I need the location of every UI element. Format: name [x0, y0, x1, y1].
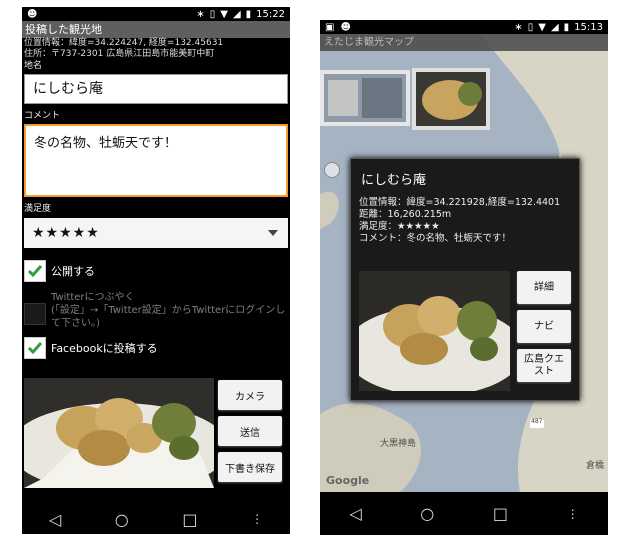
nav-bar: ◁ ○ □ ⋮ [320, 492, 608, 535]
rating-label: 満足度 [24, 204, 52, 214]
popup-location: 位置情報：緯度=34.221928,経度=132.4401 [359, 197, 561, 208]
twitter-label: Twitterにつぶやく [51, 292, 135, 303]
signal-icon: ◢ [550, 21, 559, 33]
recents-icon[interactable]: □ [493, 504, 508, 523]
home-icon[interactable]: ○ [420, 504, 434, 523]
dropdown-arrow-icon [268, 230, 278, 236]
checkmark-icon [27, 265, 43, 278]
recents-icon[interactable]: □ [182, 510, 197, 529]
status-bar: ☻ ∗ ▯ ▼ ◢ ▮ 15:22 [22, 7, 290, 21]
twitter-row[interactable]: Twitterにつぶやく (「設定」→「Twitter設定」からTwitterに… [22, 291, 290, 330]
back-icon[interactable]: ◁ [49, 510, 61, 529]
battery-icon: ▮ [245, 8, 252, 20]
photo-thumbnails[interactable] [320, 68, 490, 130]
facebook-checkbox[interactable] [24, 337, 46, 359]
more-icon[interactable]: ⋮ [251, 512, 263, 526]
status-bar: ▣ ☻ ∗ ▯ ▼ ◢ ▮ 15:13 [320, 20, 608, 34]
popup-photo [359, 271, 510, 391]
name-label: 地名 [24, 61, 43, 71]
detail-button[interactable]: 詳細 [517, 271, 571, 304]
right-screen: ▣ ☻ ∗ ▯ ▼ ◢ ▮ 15:13 えたじま観光マップ 487 大黒神島 倉… [320, 20, 608, 535]
comment-field[interactable]: 冬の名物、牡蛎天です！ [24, 124, 288, 197]
food-photo [24, 378, 214, 488]
save-draft-button[interactable]: 下書き保存 [218, 452, 282, 482]
more-icon[interactable]: ⋮ [567, 507, 579, 521]
popup-distance: 距離：16,260.215m [359, 209, 452, 220]
comment-label: コメント [24, 111, 61, 121]
location-info: 位置情報：緯度=34.224247, 経度=132.45631 [24, 38, 224, 48]
navi-button[interactable]: ナビ [517, 310, 571, 343]
public-row[interactable]: 公開する [22, 260, 290, 282]
map-title: えたじま観光マップ [320, 34, 608, 51]
nav-bar: ◁ ○ □ ⋮ [22, 504, 290, 534]
facebook-label: Facebookに投稿する [51, 342, 158, 355]
page-title: 投稿した観光地 [22, 21, 290, 38]
checkmark-icon [27, 342, 43, 355]
status-time: 15:22 [256, 8, 285, 20]
status-time: 15:13 [574, 21, 603, 33]
popup-title: にしむら庵 [361, 173, 427, 188]
photo-icon: ▣ [325, 21, 335, 33]
address-info: 住所：〒737-2301 広島県江田島市能美町中町 [24, 49, 215, 59]
popup-comment: コメント：冬の名物、牡蛎天です！ [359, 233, 512, 244]
google-logo: Google [326, 474, 370, 487]
public-label: 公開する [51, 265, 95, 278]
back-icon[interactable]: ◁ [349, 504, 361, 523]
signal-icon: ◢ [232, 8, 241, 20]
wifi-icon: ▼ [538, 21, 546, 33]
public-checkbox[interactable] [24, 260, 46, 282]
android-icon: ☻ [340, 21, 351, 33]
hiroshima-quest-button[interactable]: 広島クエスト [517, 349, 571, 382]
bluetooth-icon: ∗ [514, 21, 523, 33]
map-view[interactable]: えたじま観光マップ 487 大黒神島 倉橋 Google にしむら庵 位置情報：… [320, 34, 608, 492]
facebook-row[interactable]: Facebookに投稿する [22, 337, 290, 359]
vibrate-icon: ▯ [527, 21, 534, 33]
android-icon: ☻ [27, 8, 38, 20]
popup-rating: 満足度：★★★★★ [359, 221, 440, 232]
name-field[interactable]: にしむら庵 [24, 74, 288, 104]
vibrate-icon: ▯ [209, 8, 216, 20]
bluetooth-icon: ∗ [196, 8, 205, 20]
left-screen: ☻ ∗ ▯ ▼ ◢ ▮ 15:22 投稿した観光地 位置情報：緯度=34.224… [22, 7, 290, 534]
map-route-number: 487 [531, 418, 543, 425]
wifi-icon: ▼ [220, 8, 228, 20]
camera-button[interactable]: カメラ [218, 380, 282, 410]
rating-value: ★★★★★ [32, 225, 100, 241]
compass-icon[interactable] [324, 162, 340, 178]
rating-select[interactable]: ★★★★★ [24, 218, 288, 248]
map-label-place: 大黒神島 [380, 439, 417, 449]
home-icon[interactable]: ○ [115, 510, 129, 529]
battery-icon: ▮ [563, 21, 570, 33]
send-button[interactable]: 送信 [218, 416, 282, 446]
twitter-checkbox[interactable] [24, 303, 46, 325]
map-label-town: 倉橋 [586, 461, 605, 471]
twitter-note: (「設定」→「Twitter設定」からTwitterにログインして下さい。) [51, 305, 286, 329]
info-popup: にしむら庵 位置情報：緯度=34.221928,経度=132.4401 距離：1… [350, 158, 580, 401]
